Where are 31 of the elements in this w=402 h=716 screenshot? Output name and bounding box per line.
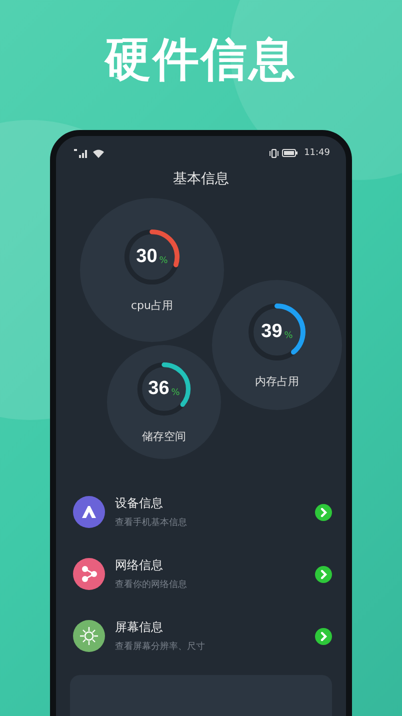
gauge-label: 内存占用 bbox=[255, 374, 299, 388]
chevron-right-icon bbox=[315, 566, 332, 582]
gauge-ring bbox=[136, 360, 192, 416]
info-list-item[interactable]: 设备信息 查看手机基本信息 bbox=[56, 481, 346, 543]
gauge-value: 30 bbox=[136, 246, 158, 268]
wifi-icon bbox=[93, 148, 104, 158]
item-title: 网络信息 bbox=[115, 557, 164, 574]
item-subtitle: 查看屏幕分辨率、尺寸 bbox=[115, 640, 206, 653]
gauge-value: 36 bbox=[148, 378, 170, 400]
gauge-ring bbox=[123, 228, 181, 286]
chevron-right-icon bbox=[315, 504, 332, 520]
gauge-label: cpu占用 bbox=[130, 298, 173, 312]
battery-icon bbox=[282, 149, 298, 157]
percent-sign: % bbox=[159, 256, 168, 266]
percent-sign: % bbox=[284, 330, 293, 340]
chevron-right-icon bbox=[315, 628, 332, 644]
gauge-ring bbox=[247, 302, 307, 362]
item-title: 屏幕信息 bbox=[115, 619, 164, 636]
screen-title: 基本信息 bbox=[172, 170, 230, 189]
percent-sign: % bbox=[171, 388, 180, 398]
signal-icon bbox=[74, 148, 90, 158]
vibrate-icon bbox=[269, 148, 280, 158]
item-subtitle: 查看你的网络信息 bbox=[115, 578, 188, 591]
info-list-item[interactable]: 网络信息 查看你的网络信息 bbox=[56, 543, 346, 605]
info-list-item[interactable]: 屏幕信息 查看屏幕分辨率、尺寸 bbox=[56, 605, 346, 667]
gauge-label: 储存空间 bbox=[142, 428, 186, 444]
status-time: 11:49 bbox=[304, 148, 330, 158]
gauge-value: 39 bbox=[261, 320, 282, 342]
item-subtitle: 查看手机基本信息 bbox=[115, 516, 188, 529]
item-title: 设备信息 bbox=[115, 495, 164, 512]
headline: 硬件信息 bbox=[105, 31, 297, 88]
